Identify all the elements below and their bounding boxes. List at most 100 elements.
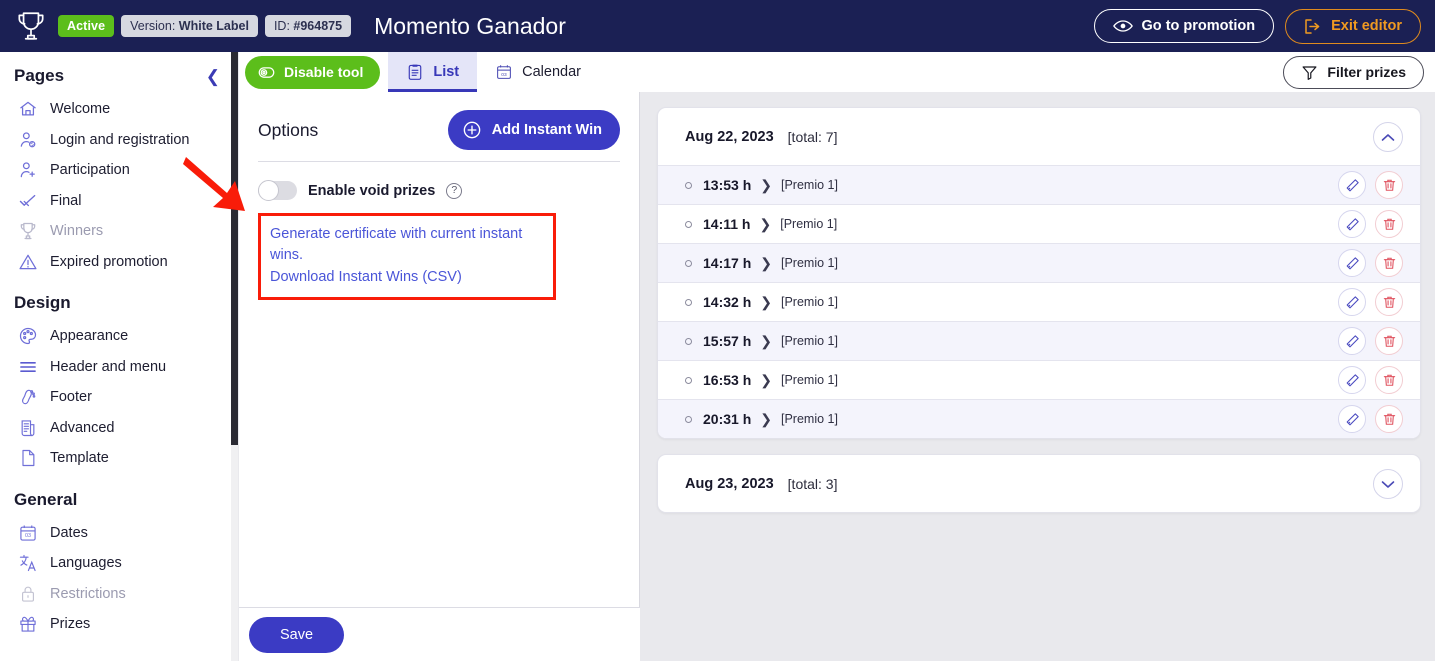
sidebar-section-title: Pages (14, 66, 65, 85)
version-value: White Label (178, 19, 249, 33)
delete-row-button[interactable] (1375, 366, 1403, 394)
sidebar-scrollbar-thumb[interactable] (231, 52, 238, 445)
download-instant-wins-csv-link[interactable]: Download Instant Wins (CSV) (270, 267, 544, 288)
chevron-down-icon[interactable] (1373, 469, 1403, 499)
instant-win-row[interactable]: 16:53 h ❯ [Premio 1] (658, 360, 1420, 399)
instant-win-group: Aug 22, 2023 [total: 7] 13:53 h ❯ [Premi… (657, 107, 1421, 439)
tab-calendar-label: Calendar (522, 64, 581, 80)
row-actions (1338, 405, 1403, 433)
check-badge-icon (19, 194, 36, 206)
sidebar-section-pages-header: Pages ❮ (0, 52, 238, 94)
sidebar-item-languages[interactable]: Languages (0, 548, 238, 579)
home-icon (20, 101, 36, 116)
exit-editor-button[interactable]: Exit editor (1285, 8, 1421, 44)
instant-wins-links-box: Generate certificate with current instan… (258, 213, 556, 300)
row-prize: [Premio 1] (780, 295, 838, 309)
row-prize: [Premio 1] (780, 178, 838, 192)
edit-row-button[interactable] (1338, 405, 1366, 433)
delete-row-button[interactable] (1375, 249, 1403, 277)
delete-row-button[interactable] (1375, 327, 1403, 355)
delete-row-button[interactable] (1375, 171, 1403, 199)
instant-win-group-header[interactable]: Aug 22, 2023 [total: 7] (658, 108, 1420, 165)
instant-win-row[interactable]: 15:57 h ❯ [Premio 1] (658, 321, 1420, 360)
edit-row-button[interactable] (1338, 171, 1366, 199)
page-title: Momento Ganador (374, 12, 566, 39)
chevron-up-icon[interactable] (1373, 122, 1403, 152)
user-gear-icon (20, 132, 36, 148)
sidebar-item-appearance[interactable]: Appearance (0, 321, 238, 352)
delete-row-button[interactable] (1375, 210, 1403, 238)
delete-row-button[interactable] (1375, 405, 1403, 433)
page-icon (22, 450, 35, 467)
instant-win-row[interactable]: 20:31 h ❯ [Premio 1] (658, 399, 1420, 438)
instant-win-group: Aug 23, 2023 [total: 3] (657, 454, 1421, 513)
edit-row-button[interactable] (1338, 249, 1366, 277)
sidebar-scrollbar-track[interactable] (231, 52, 238, 661)
sidebar-item-label: Welcome (50, 101, 111, 118)
sidebar-item-restrictions[interactable]: Restrictions (0, 579, 238, 610)
group-total: [total: 3] (787, 476, 838, 492)
enable-void-prizes-toggle[interactable] (258, 180, 297, 201)
sidebar-item-label: Expired promotion (50, 253, 168, 270)
sidebar-item-final[interactable]: Final (0, 186, 238, 217)
chevron-right-icon: ❯ (760, 371, 772, 388)
instant-win-row[interactable]: 14:17 h ❯ [Premio 1] (658, 243, 1420, 282)
row-prize: [Premio 1] (780, 412, 838, 426)
chevron-left-icon[interactable]: ❮ (206, 68, 220, 85)
generate-certificate-link[interactable]: Generate certificate with current instan… (270, 224, 544, 267)
palette-icon (19, 328, 37, 345)
disable-tool-button[interactable]: Disable tool (245, 55, 381, 89)
svg-text:03: 03 (501, 72, 507, 78)
row-time: 15:57 h (703, 333, 752, 349)
edit-row-button[interactable] (1338, 210, 1366, 238)
filter-prizes-label: Filter prizes (1327, 64, 1406, 80)
row-bullet-icon (685, 376, 692, 384)
sidebar-item-participation[interactable]: Participation (0, 155, 238, 186)
add-instant-win-button[interactable]: Add Instant Win (447, 110, 620, 150)
instant-win-group-header[interactable]: Aug 23, 2023 [total: 3] (658, 455, 1420, 512)
edit-row-button[interactable] (1338, 366, 1366, 394)
id-value: #964875 (293, 19, 343, 33)
sidebar-item-login-and-registration[interactable]: Login and registration (0, 125, 238, 156)
sidebar-item-label: Footer (50, 389, 92, 406)
group-total: [total: 7] (787, 129, 838, 145)
group-date: Aug 22, 2023 (685, 129, 774, 145)
row-bullet-icon (685, 181, 692, 189)
row-bullet-icon (685, 298, 692, 306)
editor-app: Active Version: White Label ID: #964875 … (0, 0, 1435, 661)
sidebar-item-footer[interactable]: Footer (0, 382, 238, 413)
options-body: Options Add Instant Win Enable void priz… (239, 92, 639, 300)
tool-tab-bar: Disable tool List 03 Calendar Filter pri… (239, 52, 1435, 92)
question-circle-icon[interactable]: ? (446, 182, 463, 199)
edit-row-button[interactable] (1338, 327, 1366, 355)
options-panel: Options Add Instant Win Enable void priz… (239, 92, 640, 661)
instant-win-row[interactable]: 13:53 h ❯ [Premio 1] (658, 165, 1420, 204)
sidebar-item-dates[interactable]: 03 Dates (0, 518, 238, 549)
row-actions (1338, 366, 1403, 394)
instant-win-row[interactable]: 14:11 h ❯ [Premio 1] (658, 204, 1420, 243)
sidebar-item-header-and-menu[interactable]: Header and menu (0, 352, 238, 383)
sidebar-item-advanced[interactable]: Advanced (0, 413, 238, 444)
row-time: 14:11 h (703, 216, 751, 232)
footprint-icon (22, 390, 36, 405)
go-to-promotion-button[interactable]: Go to promotion (1093, 9, 1275, 43)
instant-wins-list: Aug 22, 2023 [total: 7] 13:53 h ❯ [Premi… (641, 92, 1435, 661)
delete-row-button[interactable] (1375, 288, 1403, 316)
tab-calendar[interactable]: 03 Calendar (477, 52, 599, 92)
sidebar-item-expired-promotion[interactable]: Expired promotion (0, 247, 238, 278)
funnel-icon (1302, 65, 1317, 80)
sidebar-item-winners[interactable]: Winners (0, 216, 238, 247)
filter-prizes-button[interactable]: Filter prizes (1283, 55, 1424, 89)
save-button[interactable]: Save (249, 616, 345, 653)
tab-list-label: List (433, 64, 460, 80)
edit-row-button[interactable] (1338, 288, 1366, 316)
sidebar-item-prizes[interactable]: Prizes (0, 609, 238, 640)
row-time: 16:53 h (703, 372, 752, 388)
sidebar-item-welcome[interactable]: Welcome (0, 94, 238, 125)
menu-lines-icon (20, 361, 36, 372)
group-date: Aug 23, 2023 (685, 476, 774, 492)
instant-win-row[interactable]: 14:32 h ❯ [Premio 1] (658, 282, 1420, 321)
row-time: 13:53 h (703, 177, 752, 193)
sidebar-item-template[interactable]: Template (0, 443, 238, 474)
tab-list[interactable]: List (388, 52, 478, 92)
